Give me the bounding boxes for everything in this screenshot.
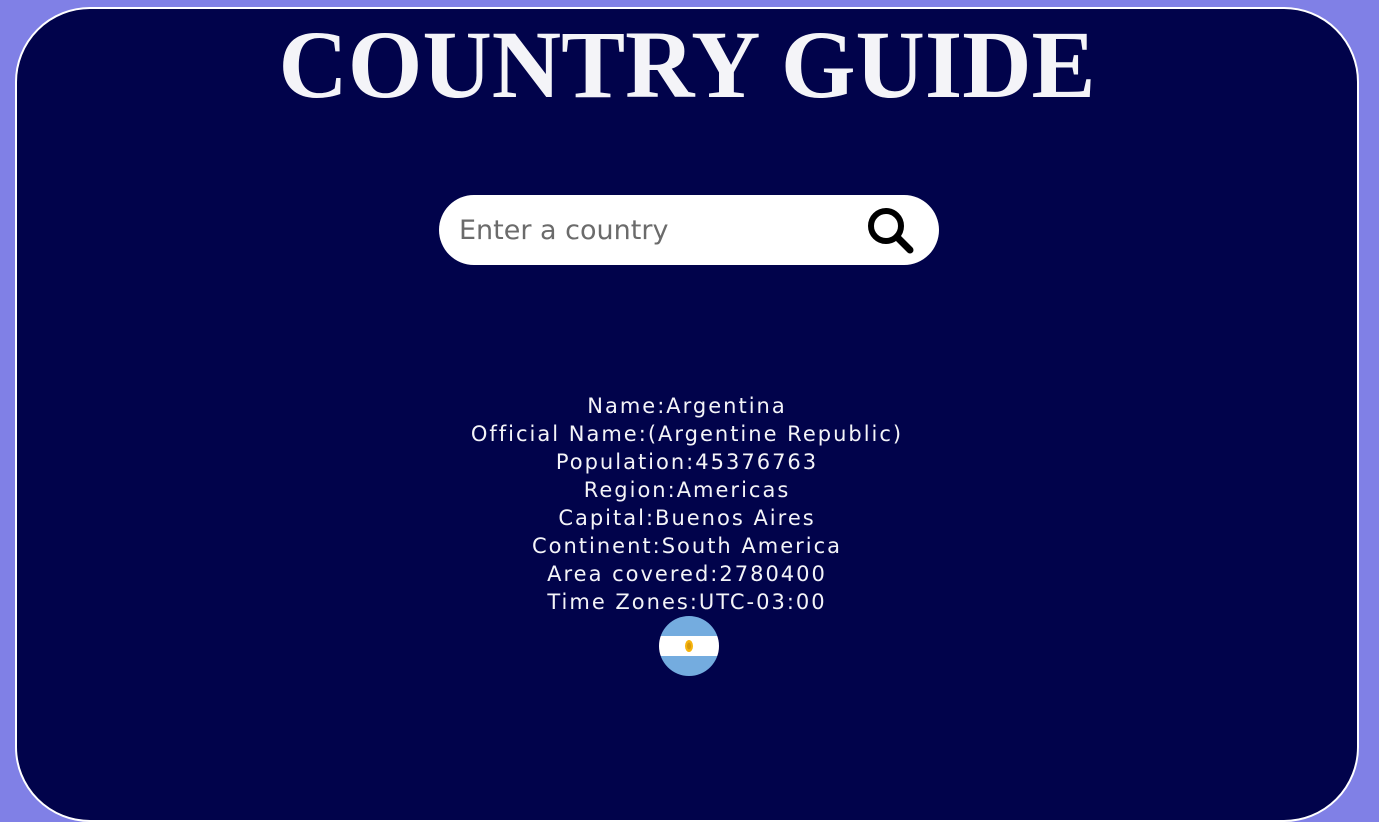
- population-value: 45376763: [695, 450, 819, 474]
- continent-value: South America: [661, 534, 843, 558]
- country-name: Argentina: [666, 394, 787, 418]
- region-value: Americas: [676, 478, 791, 502]
- country-name-row: Name:Argentina: [587, 394, 787, 418]
- capital-value: Buenos Aires: [655, 506, 816, 530]
- area-value: 2780400: [719, 562, 827, 586]
- official-name: (Argentine Republic): [647, 422, 904, 446]
- population-row: Population:45376763: [555, 450, 819, 474]
- timezones-row: Time Zones:UTC-03:00: [547, 590, 827, 614]
- region-row: Region:Americas: [583, 478, 791, 502]
- capital-row: Capital:Buenos Aires: [558, 506, 816, 530]
- page-title: COUNTRY GUIDE: [278, 11, 1096, 118]
- search-icon: [868, 208, 914, 254]
- timezones-value: UTC-03:00: [698, 590, 827, 614]
- area-row: Area covered:2780400: [547, 562, 827, 586]
- continent-row: Continent:South America: [531, 534, 843, 558]
- search-button[interactable]: [865, 205, 917, 257]
- search-bar: [439, 195, 939, 265]
- official-name-row: Official Name:(Argentine Republic): [470, 422, 904, 446]
- country-info: Name:Argentina Official Name:(Argentine …: [17, 392, 1357, 616]
- argentina-flag-icon: [659, 616, 719, 676]
- main-card: COUNTRY GUIDE Name:Argentina Official Na…: [15, 7, 1359, 822]
- search-input[interactable]: [459, 195, 849, 265]
